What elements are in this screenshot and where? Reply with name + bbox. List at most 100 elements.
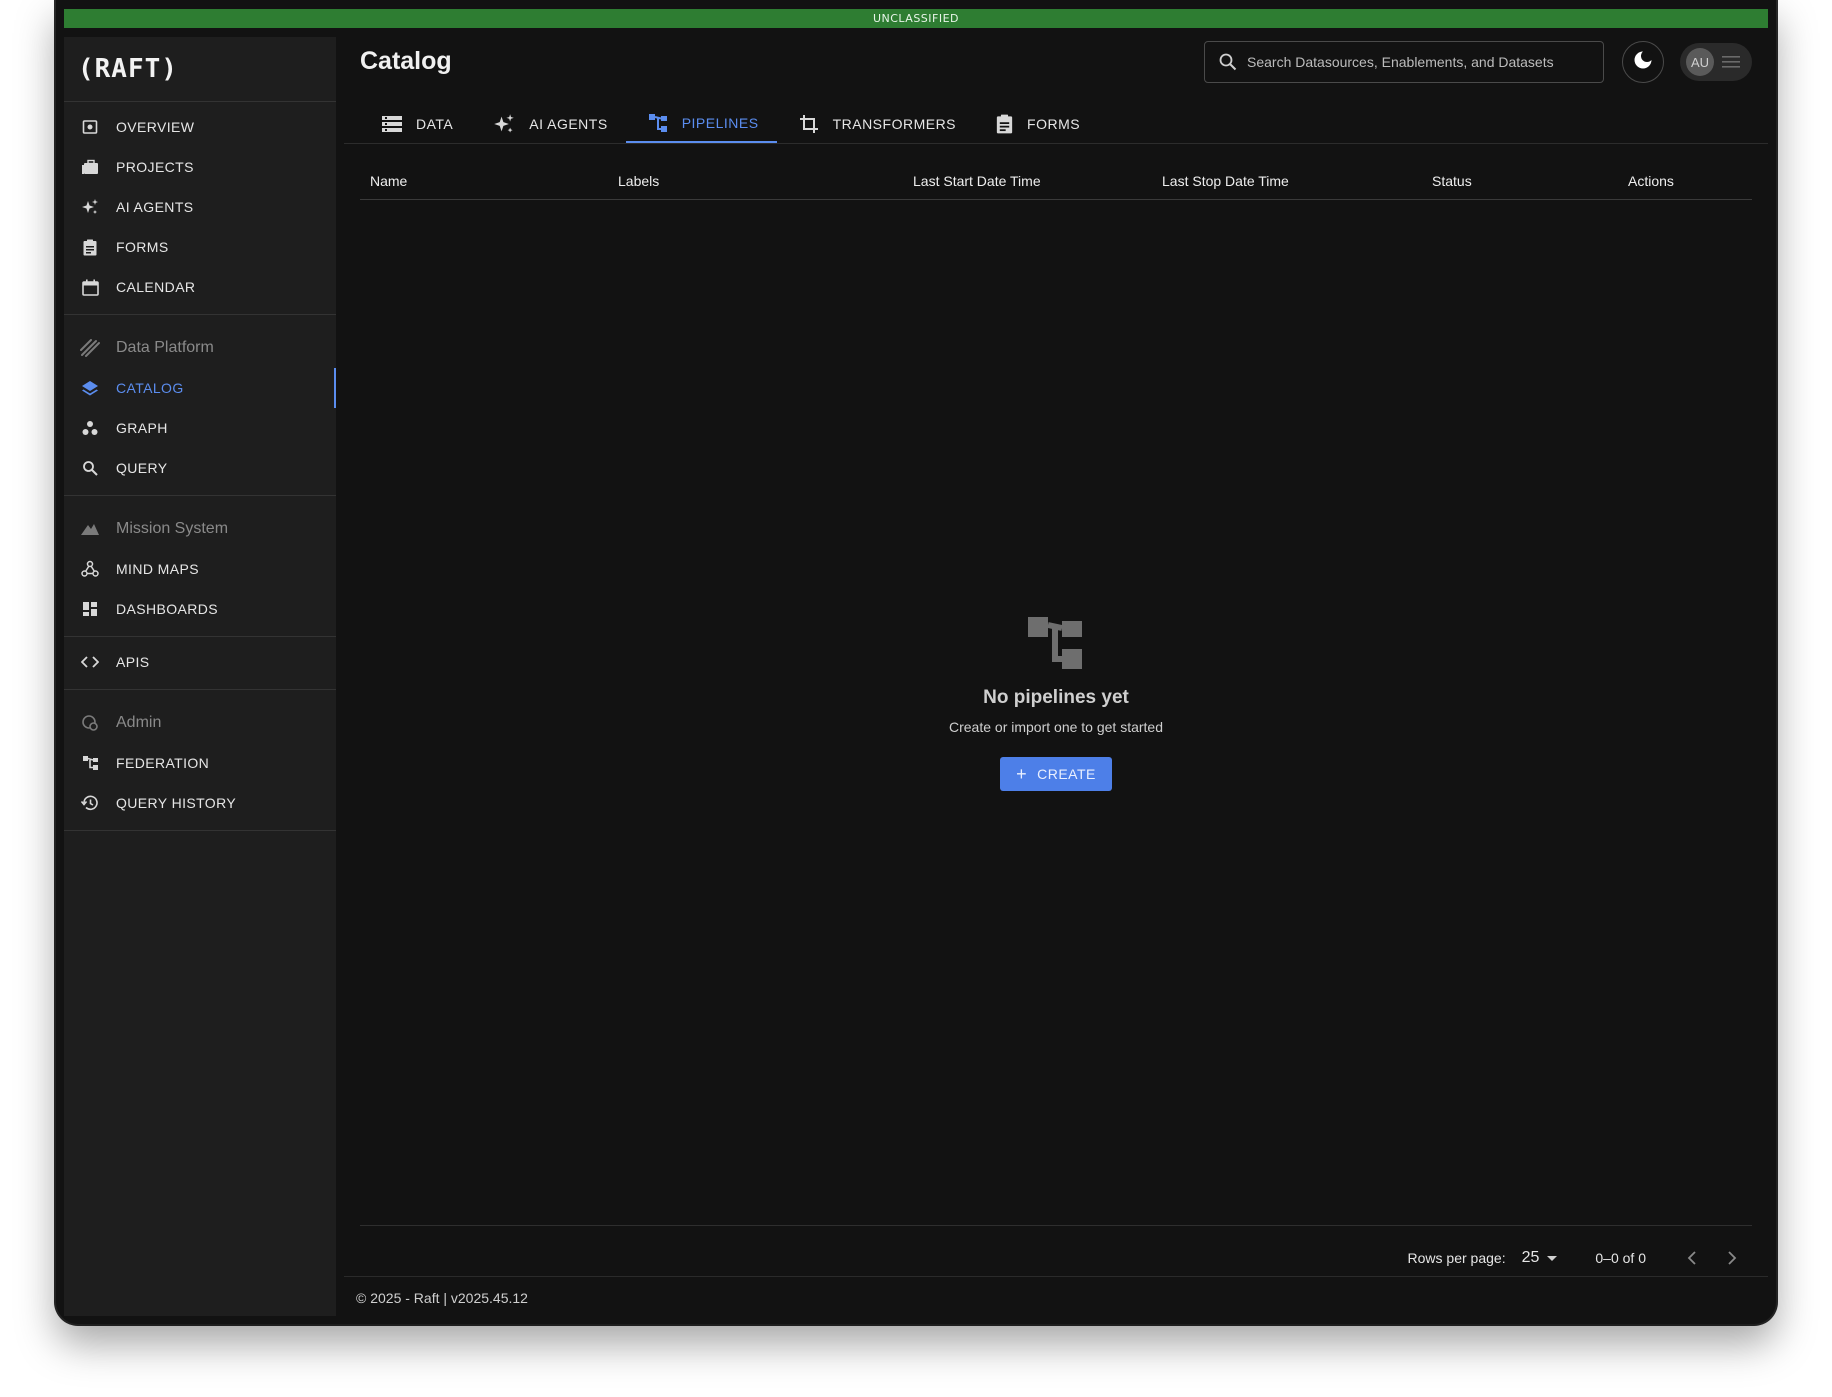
menu-icon [1722,55,1740,69]
list-icon [382,115,402,133]
table-header: Name Labels Last Start Date Time Last St… [360,159,1752,200]
layers-icon [80,378,100,398]
briefcase-icon [80,157,100,177]
sidebar-item-forms[interactable]: FORMS [64,227,336,267]
sidebar-item-query[interactable]: QUERY [64,448,336,488]
sidebar-main-group: OVERVIEW PROJECTS AI AGENTS FORMS CALEND… [64,102,336,315]
federation-icon [80,753,100,773]
sparkle-icon [80,197,100,217]
sidebar-item-label: DASHBOARDS [116,601,219,617]
chevron-right-icon [1728,1251,1737,1265]
sidebar: (RAFT) OVERVIEW PROJECTS AI AGENTS FORMS… [64,37,336,1316]
search-input[interactable] [1247,54,1577,70]
calendar-icon [80,277,100,297]
sidebar-item-ai-agents[interactable]: AI AGENTS [64,187,336,227]
sidebar-item-label: MIND MAPS [116,561,199,577]
tab-transformers[interactable]: TRANSFORMERS [777,105,974,143]
sidebar-data-platform-group: Data Platform CATALOG GRAPH QUERY [64,315,336,496]
previous-page-button[interactable] [1672,1251,1712,1265]
clipboard-icon [80,237,100,257]
sidebar-item-label: CALENDAR [116,279,196,295]
sidebar-item-apis[interactable]: APIS [64,642,336,682]
graph-icon [80,418,100,438]
sidebar-item-query-history[interactable]: QUERY HISTORY [64,783,336,823]
app-window: UNCLASSIFIED (RAFT) OVERVIEW PROJECTS AI… [56,0,1776,1324]
sidebar-item-calendar[interactable]: CALENDAR [64,267,336,307]
sparkle-icon [493,113,515,135]
create-pipeline-button[interactable]: + CREATE [1000,757,1112,791]
column-header-last-stop[interactable]: Last Stop Date Time [1162,173,1289,189]
moon-icon [1633,50,1653,74]
pagination: Rows per page: 25 0–0 of 0 [1408,1243,1752,1273]
tab-data[interactable]: DATA [360,105,471,143]
user-menu-button[interactable]: AU [1680,43,1752,81]
dashboard-icon [80,599,100,619]
avatar: AU [1686,48,1714,76]
page-title: Catalog [360,47,452,75]
sidebar-item-dashboards[interactable]: DASHBOARDS [64,589,336,629]
sidebar-item-label: PROJECTS [116,159,194,175]
footer-divider [344,1276,1768,1277]
column-header-name[interactable]: Name [370,173,407,189]
global-search[interactable] [1204,41,1604,83]
tab-ai-agents[interactable]: AI AGENTS [471,105,625,143]
empty-state: No pipelines yet Create or import one to… [360,617,1752,791]
main-content: Catalog AU DATA [344,37,1768,1316]
sidebar-item-catalog[interactable]: CATALOG [64,368,336,408]
column-header-status[interactable]: Status [1432,173,1472,189]
history-icon [80,793,100,813]
overview-icon [80,117,100,137]
sidebar-item-projects[interactable]: PROJECTS [64,147,336,187]
sidebar-item-label: GRAPH [116,420,168,436]
caret-down-icon [1547,1255,1558,1261]
empty-state-title: No pipelines yet [983,687,1129,708]
table-footer-divider [360,1225,1752,1226]
sidebar-item-label: QUERY [116,460,168,476]
sidebar-item-mind-maps[interactable]: MIND MAPS [64,549,336,589]
empty-state-subtitle: Create or import one to get started [949,719,1163,735]
tab-forms[interactable]: FORMS [974,105,1098,143]
rows-per-page-select[interactable]: 25 [1522,1249,1558,1267]
theme-toggle-button[interactable] [1622,41,1664,83]
data-platform-icon [80,338,100,358]
next-page-button[interactable] [1712,1251,1752,1265]
search-icon [80,458,100,478]
admin-icon [80,713,100,733]
sidebar-admin-group: Admin FEDERATION QUERY HISTORY [64,690,336,831]
webhook-icon [80,559,100,579]
sidebar-apis-group: APIS [64,637,336,690]
plus-icon: + [1016,764,1028,784]
sidebar-item-graph[interactable]: GRAPH [64,408,336,448]
sidebar-item-label: QUERY HISTORY [116,795,237,811]
column-header-last-start[interactable]: Last Start Date Time [913,173,1041,189]
sidebar-item-label: FEDERATION [116,755,210,771]
sidebar-item-label: FORMS [116,239,169,255]
code-icon [80,652,100,672]
pagination-range: 0–0 of 0 [1595,1250,1646,1266]
section-heading-data-platform: Data Platform [64,328,336,368]
sidebar-item-federation[interactable]: FEDERATION [64,743,336,783]
column-header-actions: Actions [1628,173,1674,189]
mission-system-icon [80,519,100,539]
sidebar-item-label: APIS [116,654,150,670]
sidebar-item-label: AI AGENTS [116,199,194,215]
pipeline-icon [648,113,668,133]
search-icon [1219,53,1237,71]
raft-logo[interactable]: (RAFT) [64,37,336,102]
tabs-divider [344,143,1768,144]
rows-per-page-label: Rows per page: [1407,1250,1506,1266]
sidebar-item-label: OVERVIEW [116,119,195,135]
crop-icon [799,114,819,134]
sidebar-item-overview[interactable]: OVERVIEW [64,107,336,147]
column-header-labels[interactable]: Labels [618,173,659,189]
section-heading-admin: Admin [64,703,336,743]
pipeline-icon [360,617,1752,669]
section-heading-mission-system: Mission System [64,509,336,549]
tab-pipelines[interactable]: PIPELINES [625,105,777,143]
chevron-left-icon [1687,1251,1696,1265]
clipboard-icon [996,114,1013,134]
sidebar-item-label: CATALOG [116,380,184,396]
classification-banner: UNCLASSIFIED [64,9,1768,28]
sidebar-mission-system-group: Mission System MIND MAPS DASHBOARDS [64,496,336,637]
catalog-tabs: DATA AI AGENTS PIPELINES TRANSFORMERS FO… [360,105,1098,143]
